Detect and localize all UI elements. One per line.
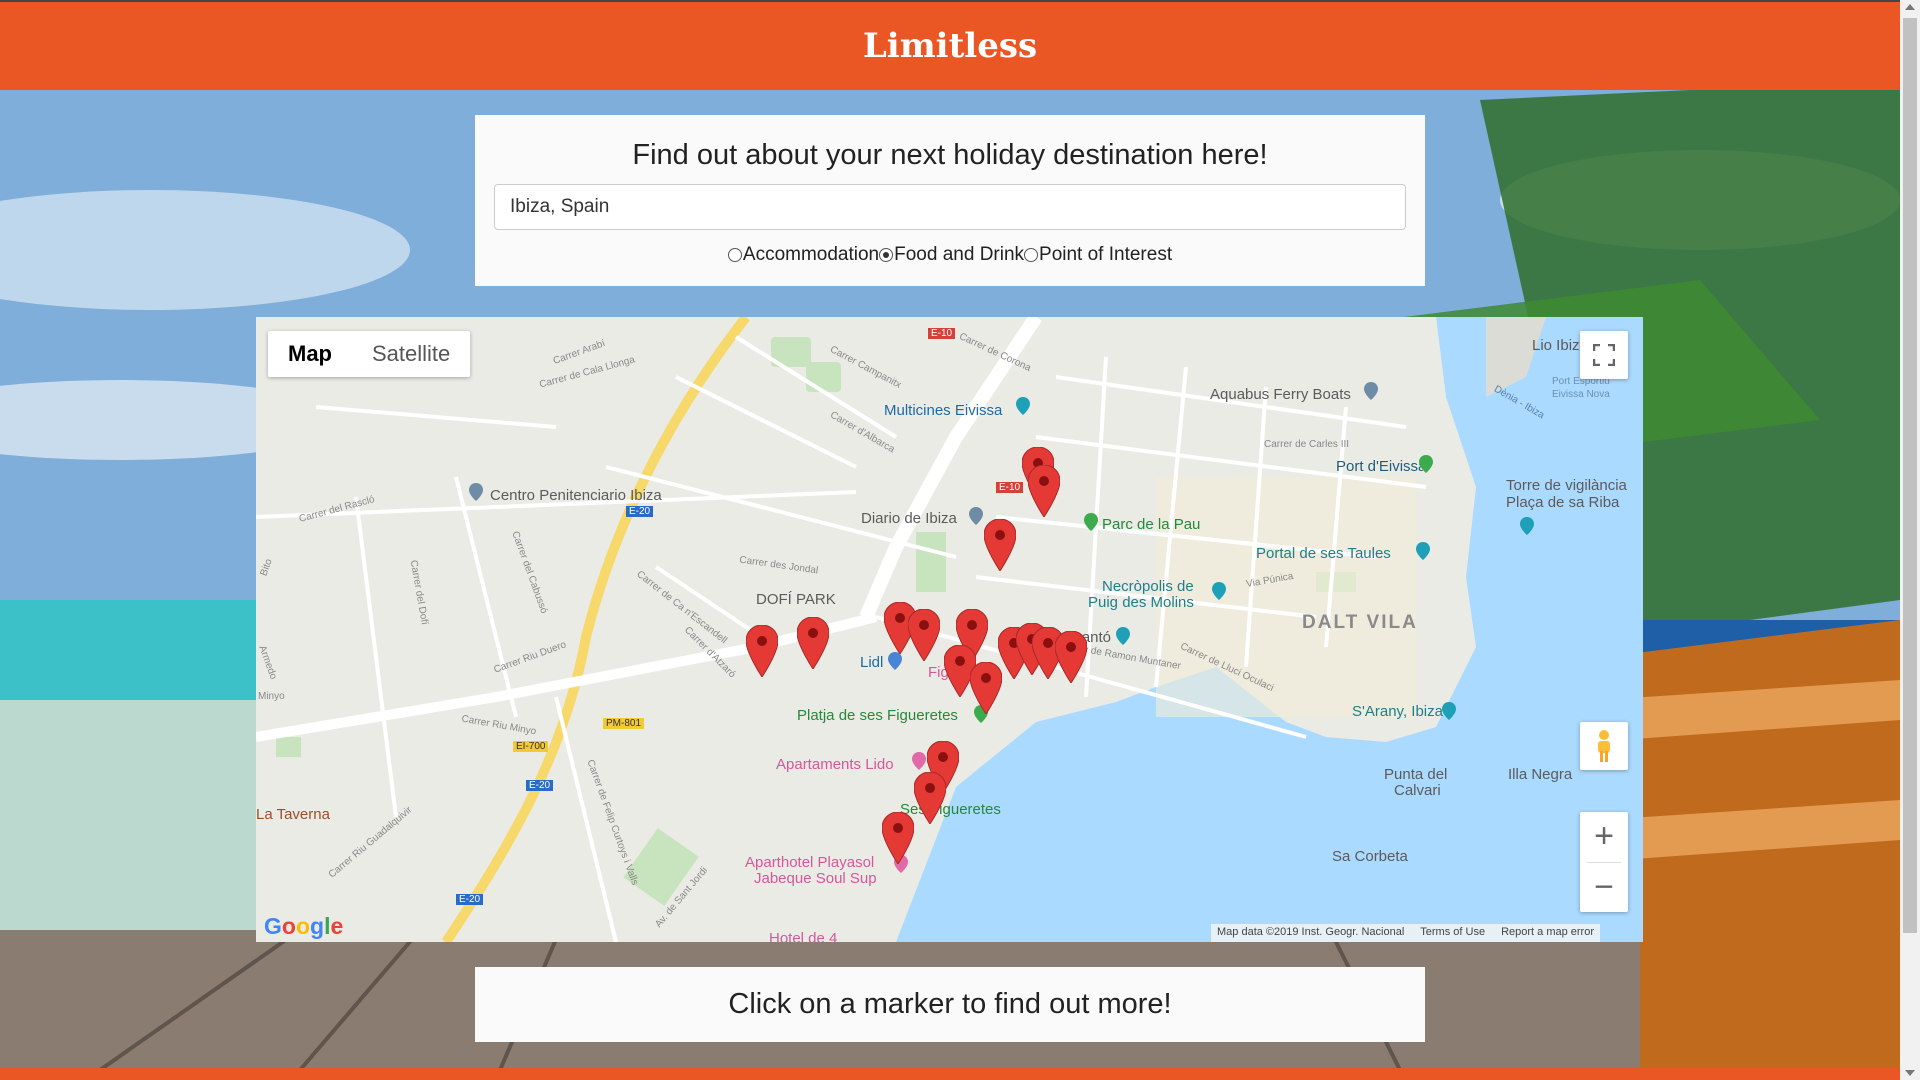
info-message: Click on a marker to find out more! <box>728 988 1172 1020</box>
map-type-control: Map Satellite <box>268 331 471 377</box>
map-label: Puig des Molins <box>1088 594 1194 611</box>
scroll-down-arrow-icon[interactable] <box>1905 1070 1915 1076</box>
road-shield: E-20 <box>456 894 484 905</box>
map-label: Aparthotel Playasol <box>745 854 875 871</box>
monument-poi-icon[interactable] <box>1416 542 1430 560</box>
map-label: Torre de vigilància <box>1506 477 1627 494</box>
map-label: Apartaments Lido <box>776 756 894 773</box>
map-label: Jabeque Soul Sup <box>754 870 877 887</box>
museum-poi-icon[interactable] <box>1212 582 1226 600</box>
map-data-credit: Map data ©2019 Inst. Geogr. Nacional <box>1217 926 1405 938</box>
apartment-poi-icon[interactable] <box>912 752 926 770</box>
street-label: Carrer de Carles III <box>1264 439 1350 450</box>
map-label: Lidl <box>860 654 884 671</box>
app-title: Limitless <box>862 26 1038 66</box>
page-scrollbar[interactable] <box>1900 0 1920 1080</box>
radio-accommodation[interactable]: Accommodation <box>727 244 880 266</box>
park-poi-icon[interactable] <box>1084 513 1098 531</box>
fullscreen-icon <box>1593 344 1615 366</box>
search-heading: Find out about your next holiday destina… <box>632 139 1268 171</box>
map-label: Platja de ses Figueretes <box>797 707 958 724</box>
tower-poi-icon[interactable] <box>1520 517 1534 535</box>
map-label: Diario de Ibiza <box>861 510 957 527</box>
road-shield: EI-700 <box>513 741 549 752</box>
result-marker[interactable] <box>797 617 829 669</box>
map-label: Calvari <box>1394 782 1441 799</box>
result-marker[interactable] <box>882 812 914 864</box>
result-marker[interactable] <box>914 772 946 824</box>
newspaper-poi-icon[interactable] <box>969 507 983 525</box>
map-label: Necròpolis de <box>1102 578 1194 595</box>
dense-area <box>1156 477 1416 717</box>
hotel-poi-icon[interactable] <box>1442 702 1456 720</box>
radio-label: Food and Drink <box>894 244 1025 265</box>
pegman-icon <box>1598 730 1610 762</box>
map-label: Aquabus Ferry Boats <box>1210 386 1351 403</box>
terms-of-use-link[interactable]: Terms of Use <box>1420 926 1485 940</box>
report-map-error-link[interactable]: Report a map error <box>1501 926 1594 940</box>
canto-poi-icon[interactable] <box>1116 627 1130 645</box>
map-label: Hotel de 4 <box>769 930 838 942</box>
info-panel: Click on a marker to find out more! <box>475 967 1425 1042</box>
radio-button[interactable] <box>727 248 742 262</box>
destination-input[interactable] <box>494 184 1406 230</box>
result-marker[interactable] <box>1055 631 1087 683</box>
map-label: Plaça de sa Riba <box>1506 494 1620 511</box>
radio-label: Point of Interest <box>1039 244 1173 265</box>
road-shield: E-20 <box>626 506 654 517</box>
park <box>276 737 301 757</box>
road-shield: E-10 <box>996 482 1024 493</box>
park <box>806 362 841 392</box>
scroll-thumb[interactable] <box>1903 18 1917 933</box>
road-shield: PM-801 <box>603 718 645 729</box>
bottom-bar <box>0 1068 1900 1080</box>
google-logo[interactable]: Google <box>264 913 343 940</box>
map-attribution: Map data ©2019 Inst. Geogr. Nacional Ter… <box>1211 924 1601 942</box>
port-poi-icon[interactable] <box>1419 455 1433 473</box>
map-label: Punta del <box>1384 766 1448 783</box>
shop-poi-icon[interactable] <box>888 652 902 670</box>
zoom-in-button[interactable]: + <box>1580 812 1628 862</box>
map-label: Illa Negra <box>1508 766 1573 783</box>
result-marker[interactable] <box>746 625 778 677</box>
map-label: DOFÍ PARK <box>756 591 836 608</box>
map-label: La Taverna <box>256 806 330 823</box>
street-view-button[interactable] <box>1580 722 1628 770</box>
radio-button[interactable] <box>1024 248 1039 262</box>
map[interactable]: E-10 E-10 E-20 E-20 E-20 PM-801 EI-700 M… <box>256 317 1643 942</box>
street-label: Minyo <box>258 691 285 702</box>
top-bar: Limitless <box>0 0 1900 90</box>
category-radio-group: Accommodation Food and Drink Point of In… <box>493 244 1407 266</box>
cinema-poi-icon[interactable] <box>1016 397 1030 415</box>
road-shield: E-20 <box>526 780 554 791</box>
radio-label: Accommodation <box>742 244 880 265</box>
map-label: DALT VILA <box>1302 612 1418 633</box>
result-marker[interactable] <box>970 662 1002 714</box>
result-marker[interactable] <box>1028 465 1060 517</box>
zoom-control: + − <box>1580 812 1628 912</box>
map-label: Portal de ses Taules <box>1256 545 1391 562</box>
result-marker[interactable] <box>984 519 1016 571</box>
radio-food-and-drink[interactable]: Food and Drink <box>879 244 1024 266</box>
road-shield: E-10 <box>928 328 956 339</box>
map-label: Parc de la Pau <box>1102 516 1201 533</box>
zoom-out-button[interactable]: − <box>1580 862 1628 912</box>
fullscreen-button[interactable] <box>1580 331 1628 379</box>
result-marker[interactable] <box>908 609 940 661</box>
map-label: Eivissa Nova <box>1552 389 1610 400</box>
radio-button[interactable] <box>879 248 894 262</box>
map-label: Centro Penitenciario Ibiza <box>490 487 662 504</box>
search-panel: Find out about your next holiday destina… <box>475 115 1425 286</box>
radio-point-of-interest[interactable]: Point of Interest <box>1024 244 1172 266</box>
map-label: Multicines Eivissa <box>884 402 1003 419</box>
map-label: S'Arany, Ibiza <box>1352 703 1443 720</box>
scroll-up-arrow-icon[interactable] <box>1905 4 1915 10</box>
map-label: Sa Corbeta <box>1332 848 1408 865</box>
map-type-satellite-button[interactable]: Satellite <box>352 331 470 377</box>
prison-poi-icon[interactable] <box>469 483 483 501</box>
ferry-poi-icon[interactable] <box>1364 382 1378 400</box>
park <box>916 532 946 592</box>
map-type-map-button[interactable]: Map <box>268 331 352 377</box>
map-label: Port d'Eivissa <box>1336 458 1427 475</box>
